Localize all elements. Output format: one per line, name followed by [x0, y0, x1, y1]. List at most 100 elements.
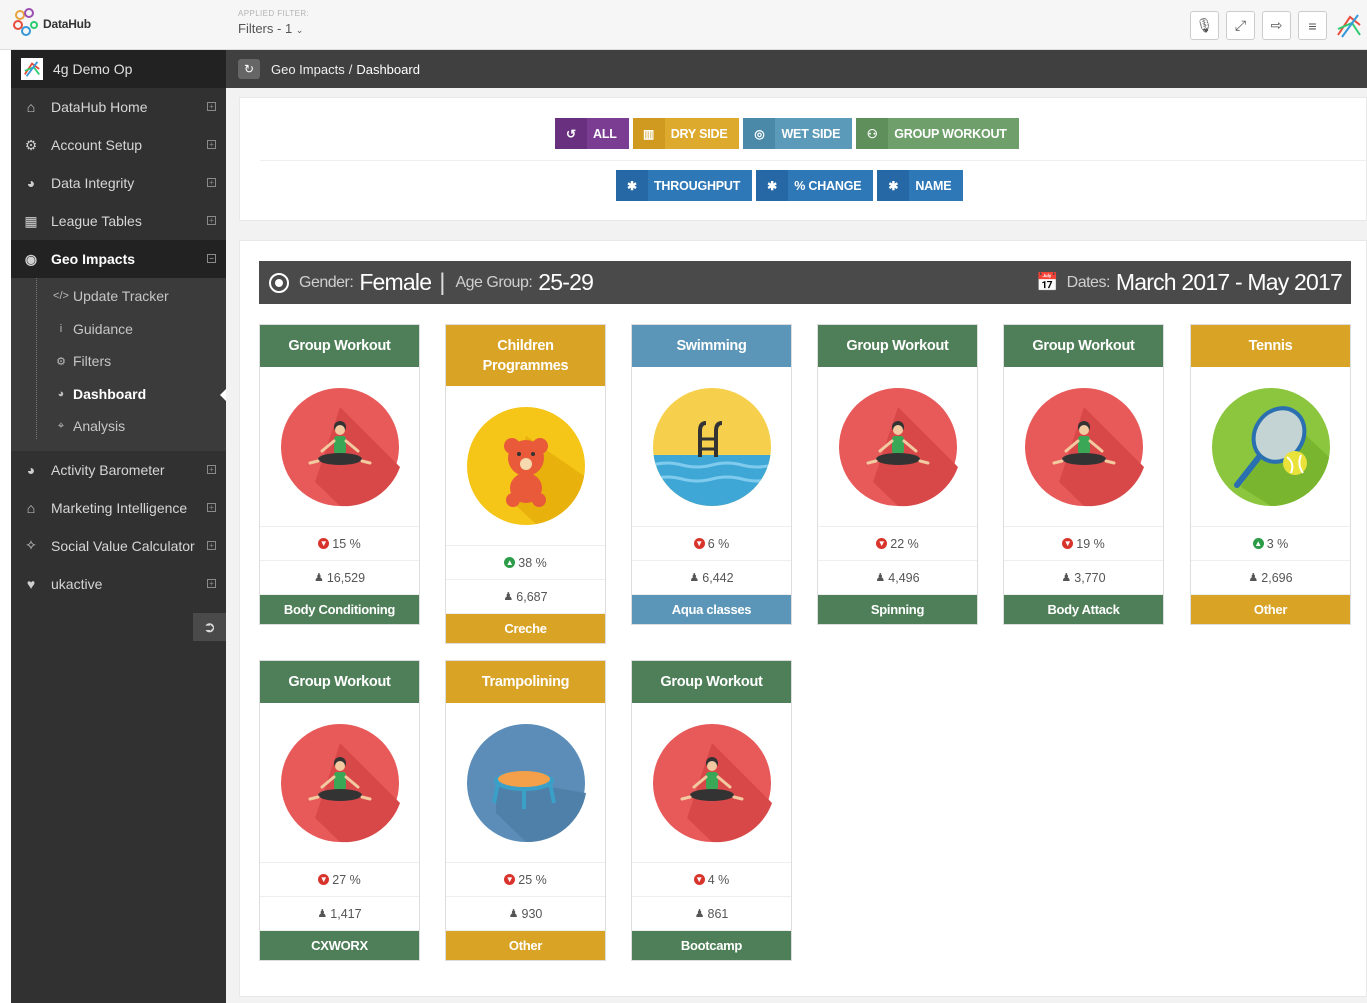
activity-card[interactable]: Group Workout ▼ 15 % ♟ 16,529 Body Conditioni…	[259, 324, 420, 625]
org-switcher[interactable]: 4g Demo Op	[11, 50, 226, 88]
life-ring-icon: ◎	[743, 118, 776, 149]
sidebar-item-account-setup[interactable]: ⚙ Account Setup +	[11, 126, 226, 164]
sidebar-item-geo-impacts[interactable]: ◉ Geo Impacts −	[11, 240, 226, 278]
filter-button-label: DRY SIDE	[670, 126, 728, 141]
submenu-item-guidance[interactable]: i Guidance	[11, 313, 226, 346]
sidebar-item-label: ukactive	[51, 575, 103, 592]
brand-name: DataHub	[43, 17, 91, 31]
brand[interactable]: DataHub	[12, 7, 91, 41]
card-subcategory: Other	[446, 931, 605, 960]
filter-wet-side-button[interactable]: ◎ WET SIDE	[743, 118, 853, 149]
expand-icon[interactable]: +	[207, 578, 216, 588]
yoga-illustration-icon	[260, 703, 419, 863]
expand-icon[interactable]: +	[207, 464, 216, 474]
sidebar-item-league-tables[interactable]: ▦ League Tables +	[11, 202, 226, 240]
sort-change-button[interactable]: ✱ % CHANGE	[756, 170, 874, 201]
sidebar-item-label: Social Value Calculator	[51, 537, 195, 554]
sidebar-item-social-value-calculator[interactable]: ✧ Social Value Calculator +	[11, 527, 226, 565]
arrow-down-circle-icon: ▼	[504, 874, 516, 885]
microphone-button[interactable]: 🎙	[1190, 11, 1219, 40]
sort-button-label: THROUGHPUT	[654, 178, 741, 193]
participant-count: ♟ 3,770	[1004, 561, 1163, 595]
refresh-icon: ↻	[243, 62, 255, 76]
card-subcategory: CXWORX	[260, 931, 419, 960]
header-divider: |	[439, 268, 446, 296]
sidebar-item-marketing-intelligence[interactable]: ⌂ Marketing Intelligence +	[11, 489, 226, 527]
sidebar-item-datahub-home[interactable]: ⌂ DataHub Home +	[11, 88, 226, 126]
activity-card[interactable]: Group Workout ▼ 4 % ♟ 861 Bootcamp	[631, 660, 792, 961]
filter-button-label: GROUP WORKOUT	[894, 126, 1007, 141]
expand-icon[interactable]: +	[207, 216, 216, 225]
heartbeat-icon: ♥	[26, 575, 36, 592]
submenu-item-dashboard[interactable]: ◕ Dashboard	[11, 378, 227, 411]
submenu-item-filters[interactable]: ⚙ Filters	[11, 345, 226, 378]
sidebar-item-label: League Tables	[51, 213, 142, 229]
user-icon: ♟	[508, 908, 519, 920]
user-icon: ♟	[313, 572, 324, 584]
logout-icon: ⇨	[1270, 17, 1283, 33]
sort-buttons: ✱ THROUGHPUT ✱ % CHANGE ✱ NAME	[616, 170, 964, 201]
sidebar-item-activity-barometer[interactable]: ◕ Activity Barometer +	[11, 451, 226, 489]
user-icon: ♟	[317, 908, 328, 920]
org-name: 4g Demo Op	[53, 61, 133, 77]
sort-throughput-button[interactable]: ✱ THROUGHPUT	[616, 170, 753, 201]
category-filter-buttons: ↺ ALL ▥ DRY SIDE ◎ WET SIDE ⚇ GROUP WORKOUT	[555, 118, 1019, 149]
activity-card[interactable]: Trampolining ▼ 25 % ♟ 930 Other	[445, 660, 606, 961]
sort-button-label: % CHANGE	[794, 178, 862, 193]
filter-group-workout-button[interactable]: ⚇ GROUP WORKOUT	[856, 118, 1019, 149]
participant-count: ♟ 2,696	[1191, 561, 1350, 595]
geo-impacts-submenu: </> Update Tracker i Guidance ⚙ Filters ◕ Dashb…	[11, 278, 227, 451]
activity-card[interactable]: Tennis ▲ 3 % ♟ 2,696 Other	[1190, 324, 1351, 625]
filter-all-button[interactable]: ↺ ALL	[555, 118, 629, 149]
filter-dry-side-button[interactable]: ▥ DRY SIDE	[632, 118, 740, 149]
expand-icon[interactable]: +	[207, 540, 216, 550]
participant-count: ♟ 1,417	[260, 897, 419, 931]
calendar-icon: 📅	[1036, 272, 1059, 292]
participant-count: ♟ 4,496	[818, 561, 977, 595]
sidebar-item-data-integrity[interactable]: ◕ Data Integrity +	[11, 164, 226, 202]
menu-button[interactable]: ≡	[1298, 11, 1327, 40]
percent-change: ▼ 19 %	[1004, 527, 1163, 561]
sidebar-item-ukactive[interactable]: ♥ ukactive +	[11, 565, 226, 603]
logout-button[interactable]: ⇨	[1262, 11, 1291, 40]
code-icon: </>	[53, 290, 69, 303]
activity-card[interactable]: Group Workout ▼ 27 % ♟ 1,417 CXWORX	[259, 660, 420, 961]
applied-filter-value: Filters - 1	[238, 21, 293, 36]
collapse-icon[interactable]: −	[207, 254, 216, 263]
map-marker-icon: ⌖	[57, 419, 65, 432]
sidebar-item-label: Activity Barometer	[51, 461, 165, 478]
tennis-illustration-icon	[1191, 367, 1350, 527]
expand-icon[interactable]: +	[207, 102, 216, 111]
submenu-item-update-tracker[interactable]: </> Update Tracker	[11, 280, 226, 313]
activity-card[interactable]: Swimming ▼ 6 % ♟ 6,442 Aqua classes	[631, 324, 792, 625]
percent-change-value: 38 %	[518, 555, 547, 570]
activity-card[interactable]: Group Workout ▼ 19 % ♟ 3,770 Body Attack	[1003, 324, 1164, 625]
card-title: Swimming	[632, 325, 791, 367]
collapse-sidebar-button[interactable]: ➲	[193, 613, 226, 641]
percent-change-value: 15 %	[332, 536, 361, 551]
dashboard-icon: ◕	[26, 175, 36, 191]
sidebar-item-label: Geo Impacts	[51, 251, 136, 267]
applied-filter[interactable]: APPLIED FILTER: Filters - 1 ⌄	[238, 9, 309, 36]
refresh-button[interactable]: ↻	[238, 59, 260, 79]
applied-filter-caption: APPLIED FILTER:	[238, 9, 310, 18]
activity-card[interactable]: Children Programmes ▲ 38 % ♟ 6,687 Creche	[445, 324, 606, 644]
participant-count: ♟ 6,687	[446, 580, 605, 614]
card-title: Children Programmes	[446, 325, 605, 386]
expand-icon[interactable]: +	[207, 502, 216, 512]
activity-card[interactable]: Group Workout ▼ 22 % ♟ 4,496 Spinning	[817, 324, 978, 625]
card-title: Group Workout	[818, 325, 977, 367]
breadcrumb-parent[interactable]: Geo Impacts	[271, 62, 345, 77]
fullscreen-button[interactable]: ⤢	[1226, 11, 1255, 40]
card-title: Tennis	[1191, 325, 1350, 367]
sort-name-button[interactable]: ✱ NAME	[877, 170, 964, 201]
target-icon	[269, 272, 289, 293]
bank-icon: ⌂	[26, 499, 36, 516]
fullscreen-icon: ⤢	[1234, 17, 1247, 33]
expand-icon[interactable]: +	[207, 140, 216, 149]
yoga-illustration-icon	[632, 703, 791, 863]
expand-icon[interactable]: +	[207, 178, 216, 187]
participant-count-value: 6,687	[516, 589, 548, 604]
arrow-circle-left-icon: ➲	[203, 619, 216, 636]
submenu-item-analysis[interactable]: ⌖ Analysis	[11, 410, 226, 443]
